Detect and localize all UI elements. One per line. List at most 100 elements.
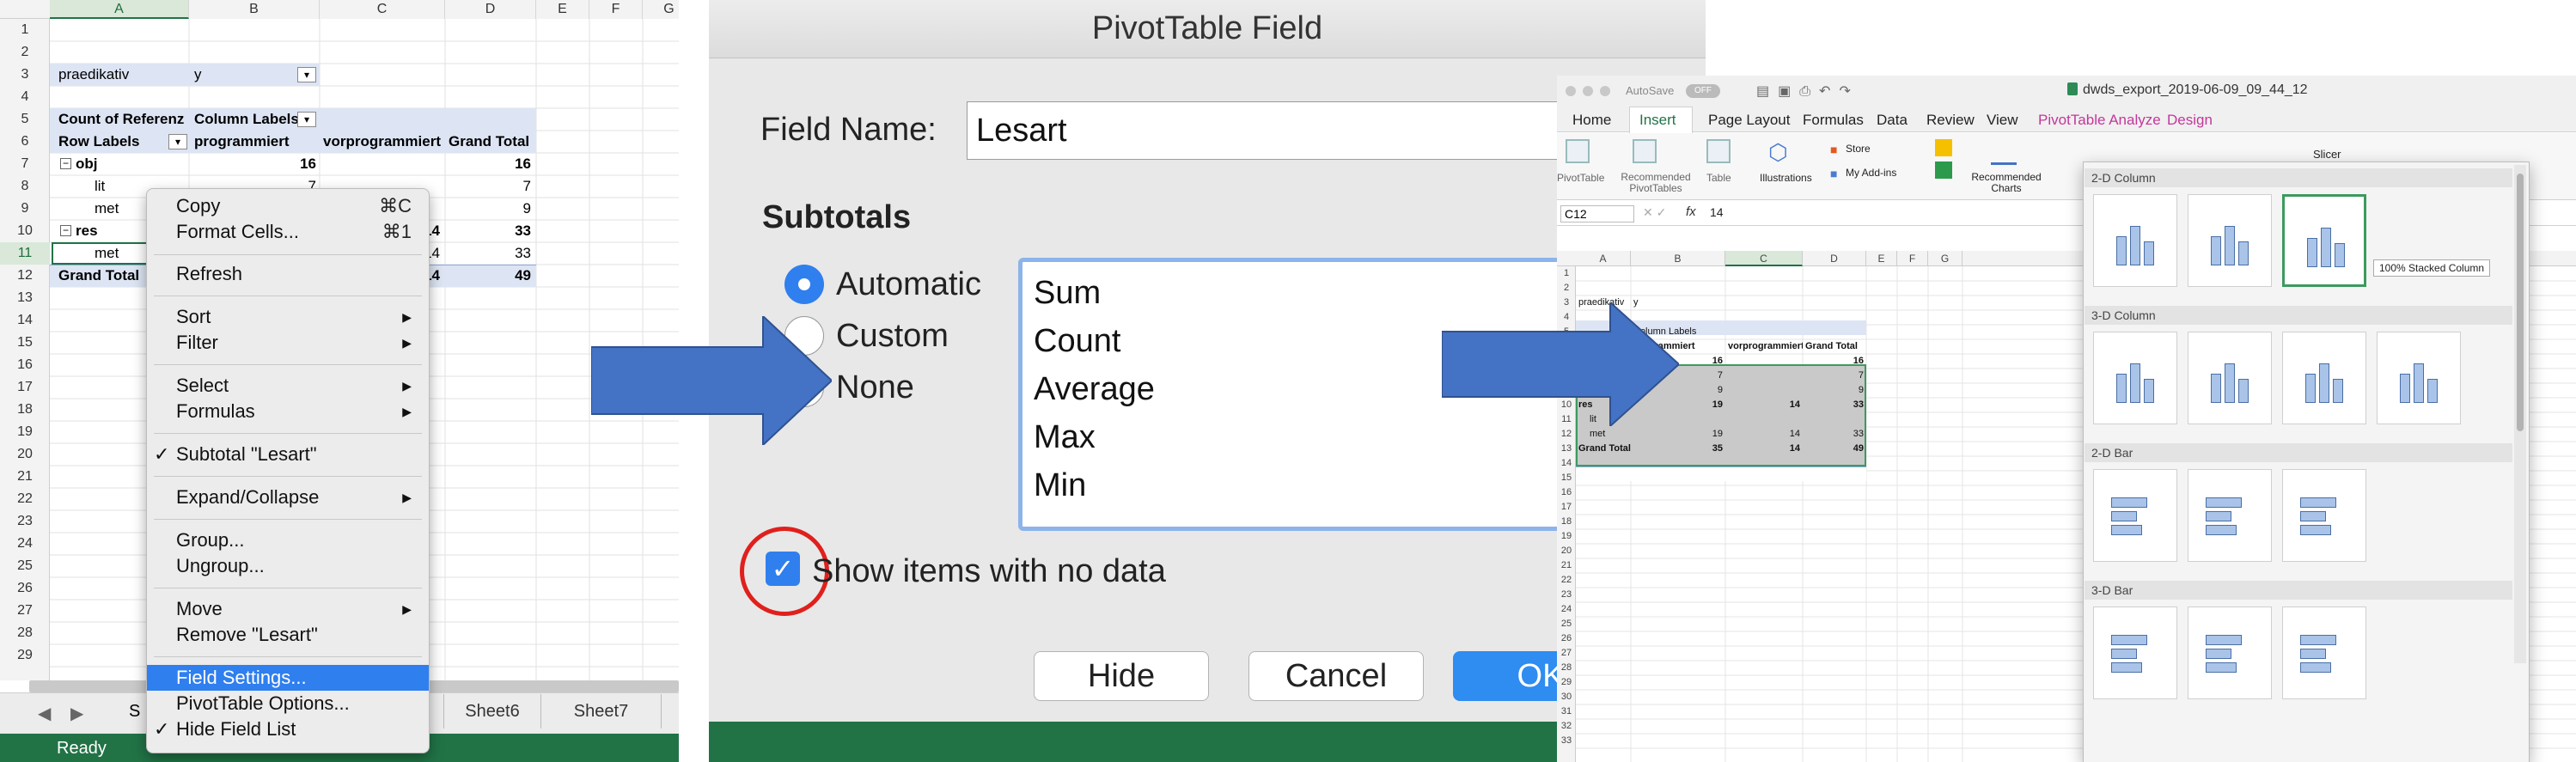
- recommended-charts-icon[interactable]: [1991, 139, 2017, 165]
- cell-a10[interactable]: res: [76, 220, 98, 242]
- row-header[interactable]: 2: [1557, 281, 1576, 296]
- menu-item-filter[interactable]: Filter ▶: [147, 330, 429, 356]
- row-header[interactable]: 3: [0, 64, 50, 86]
- cell-d13[interactable]: 49: [1803, 442, 1866, 456]
- function-sum[interactable]: Sum: [1034, 275, 1101, 312]
- col-header-c[interactable]: C: [320, 0, 445, 19]
- col-header-a[interactable]: A: [50, 0, 189, 19]
- cell-b6[interactable]: programmiert: [194, 131, 290, 153]
- chart-type-option-bar2d-3[interactable]: [2282, 469, 2366, 562]
- row-header[interactable]: 10: [0, 220, 50, 242]
- chart-type-option-col3d-4[interactable]: [2377, 332, 2461, 424]
- menu-item-subtotal[interactable]: ✓ Subtotal "Lesart": [147, 442, 429, 467]
- cell-b12[interactable]: 19: [1631, 427, 1725, 442]
- row-header[interactable]: 18: [0, 399, 50, 421]
- addins-icon[interactable]: ■: [1830, 167, 1837, 180]
- row-header[interactable]: 24: [1557, 602, 1576, 617]
- row-header[interactable]: 21: [0, 466, 50, 488]
- tab-view[interactable]: View: [1987, 112, 2018, 129]
- row-header[interactable]: 4: [0, 86, 50, 108]
- cell-a6[interactable]: Row Labels: [58, 131, 139, 153]
- cell-a12[interactable]: met: [1576, 427, 1631, 442]
- tab-formulas[interactable]: Formulas: [1803, 112, 1864, 129]
- cell-a7[interactable]: obj: [76, 153, 98, 175]
- cell-c12[interactable]: 14: [1725, 427, 1803, 442]
- cell-b13[interactable]: 35: [1631, 442, 1725, 456]
- fx-icon[interactable]: fx: [1686, 204, 1696, 219]
- row-header[interactable]: 20: [0, 443, 50, 466]
- chart-type-option-col3d-3[interactable]: [2282, 332, 2366, 424]
- tab-data[interactable]: Data: [1877, 112, 1908, 129]
- gallery-scrollbar-thumb[interactable]: [2517, 174, 2524, 431]
- cell-a11[interactable]: met: [95, 242, 119, 265]
- row-header[interactable]: 5: [0, 108, 50, 131]
- chart-type-option-col2d-1[interactable]: [2093, 194, 2177, 287]
- pivottable-icon[interactable]: [1566, 139, 1590, 163]
- tab-pivottable-analyze[interactable]: PivotTable Analyze: [2038, 112, 2161, 129]
- cell-c10[interactable]: 14: [1725, 398, 1803, 412]
- sheet-tab-7[interactable]: Sheet7: [541, 694, 662, 728]
- row-header[interactable]: 23: [0, 510, 50, 533]
- col-header-e[interactable]: E: [536, 0, 589, 19]
- col-header[interactable]: G: [1928, 251, 1963, 266]
- col-header[interactable]: D: [1803, 251, 1866, 266]
- store-icon[interactable]: ■: [1830, 143, 1837, 156]
- menu-item-expand-collapse[interactable]: Expand/Collapse ▶: [147, 485, 429, 510]
- menu-item-sort[interactable]: Sort ▶: [147, 304, 429, 330]
- chart-type-option-bar3d-2[interactable]: [2188, 607, 2272, 699]
- row-header[interactable]: 22: [0, 488, 50, 510]
- radio-automatic-label[interactable]: Automatic: [836, 266, 981, 303]
- cell-b3[interactable]: y: [194, 64, 202, 86]
- cell-c6[interactable]: vorprogrammiert: [1725, 339, 1803, 354]
- chart-type-option-bar2d-2[interactable]: [2188, 469, 2272, 562]
- cell-d12[interactable]: 49: [445, 265, 531, 287]
- row-header[interactable]: 11: [0, 242, 50, 265]
- chart-type-option-col2d-3[interactable]: [2282, 194, 2366, 287]
- menu-item-copy[interactable]: Copy ⌘C: [147, 193, 429, 219]
- chart-type-option-bar3d-3[interactable]: [2282, 607, 2366, 699]
- col-header[interactable]: B: [1631, 251, 1725, 266]
- cell-a13[interactable]: Grand Total: [1576, 442, 1631, 456]
- column-labels-dropdown-icon[interactable]: ▾: [297, 112, 316, 127]
- gallery-scrollbar-track[interactable]: [2514, 165, 2526, 663]
- row-header[interactable]: 33: [1557, 734, 1576, 748]
- chart-type-option-bar2d-1[interactable]: [2093, 469, 2177, 562]
- chart-type-option-bar3d-1[interactable]: [2093, 607, 2177, 699]
- recommended-pivottables-icon[interactable]: [1633, 139, 1657, 163]
- menu-item-format-cells[interactable]: Format Cells... ⌘1: [147, 219, 429, 245]
- radio-automatic[interactable]: [784, 265, 824, 304]
- function-max[interactable]: Max: [1034, 419, 1096, 456]
- tab-home[interactable]: Home: [1572, 112, 1611, 129]
- chart-type-option-col2d-2[interactable]: [2188, 194, 2272, 287]
- col-header-f[interactable]: F: [589, 0, 643, 19]
- cell-a9[interactable]: met: [95, 198, 119, 220]
- row-header[interactable]: 30: [1557, 690, 1576, 704]
- col-header-b[interactable]: B: [189, 0, 320, 19]
- zoom-window-icon[interactable]: [1600, 86, 1610, 96]
- radio-none-label[interactable]: None: [836, 369, 914, 406]
- cell-c13[interactable]: 14: [1725, 442, 1803, 456]
- scroll-left-icon[interactable]: ◀: [38, 703, 51, 724]
- name-box[interactable]: C12: [1560, 205, 1634, 223]
- menu-item-formulas[interactable]: Formulas ▶: [147, 399, 429, 424]
- menu-item-remove[interactable]: Remove "Lesart": [147, 622, 429, 648]
- row-header[interactable]: 12: [0, 265, 50, 287]
- row-header[interactable]: 23: [1557, 588, 1576, 602]
- row-header[interactable]: 17: [1557, 500, 1576, 515]
- row-header[interactable]: 26: [0, 577, 50, 600]
- col-header[interactable]: E: [1866, 251, 1897, 266]
- row-header[interactable]: 14: [1557, 456, 1576, 471]
- row-header[interactable]: 13: [1557, 442, 1576, 456]
- cell-d10[interactable]: 33: [445, 220, 531, 242]
- menu-item-select[interactable]: Select ▶: [147, 373, 429, 399]
- row-header[interactable]: 17: [0, 376, 50, 399]
- row-header[interactable]: 1: [1557, 266, 1576, 281]
- menu-item-pivottable-options[interactable]: PivotTable Options...: [147, 691, 429, 716]
- tab-review[interactable]: Review: [1926, 112, 1975, 129]
- collapse-icon[interactable]: −: [60, 225, 71, 236]
- row-header[interactable]: 9: [0, 198, 50, 220]
- menu-item-group[interactable]: Group...: [147, 527, 429, 553]
- row-header[interactable]: 19: [1557, 529, 1576, 544]
- cell-a5[interactable]: Count of Referenz: [58, 108, 184, 131]
- row-header[interactable]: 32: [1557, 719, 1576, 734]
